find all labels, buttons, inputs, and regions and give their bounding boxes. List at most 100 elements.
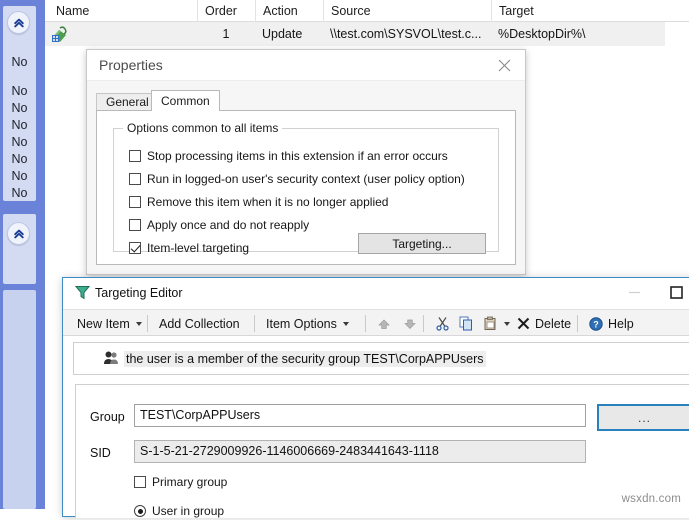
help-label: Help (608, 316, 634, 331)
package-shortcut-icon (51, 26, 69, 43)
properties-body: General Common Options common to all ite… (87, 81, 525, 274)
column-header-target[interactable]: Target (491, 0, 689, 22)
tab-general[interactable]: General (96, 93, 159, 111)
funnel-icon (74, 285, 91, 303)
minimize-icon[interactable] (613, 278, 655, 307)
sidebar-pane-bottom (3, 290, 36, 509)
table-row[interactable]: 1 Update \\test.com\SYSVOL\test.c... %De… (45, 22, 665, 46)
toolbar-new-item[interactable]: New Item (71, 310, 148, 337)
help-circle-icon: ? (589, 316, 603, 331)
group-input[interactable]: TEST\CorpAPPUsers (134, 404, 586, 427)
toolbar-separator (577, 315, 578, 332)
help-button[interactable]: ? Help (583, 310, 640, 337)
radio-button[interactable] (134, 505, 146, 517)
condition-properties-panel: Group TEST\CorpAPPUsers ... SID S-1-5-21… (75, 384, 689, 518)
toolbar-separator (254, 315, 255, 332)
targeting-editor-body: the user is a member of the security gro… (63, 336, 689, 518)
arrow-down-icon[interactable] (397, 310, 423, 337)
sidebar-value-no: No (11, 55, 28, 69)
checkbox-label: Stop processing items in this extension … (147, 149, 448, 163)
maximize-icon[interactable] (655, 278, 689, 307)
toolbar-separator (423, 315, 424, 332)
toolbar-separator (365, 315, 366, 332)
properties-dialog: Properties General Common Options common… (86, 49, 526, 275)
targeting-editor-titlebar: Targeting Editor (63, 278, 689, 309)
radio-label: User in group (152, 504, 225, 518)
checkbox-box[interactable] (134, 476, 146, 488)
checkbox-box[interactable] (129, 150, 141, 162)
delete-label: Delete (535, 316, 572, 331)
cell-action: Update (262, 27, 303, 41)
close-x-icon (517, 317, 530, 330)
checkbox-box[interactable] (129, 242, 141, 254)
targeting-editor-window: Targeting Editor New Item Add Collection… (62, 277, 689, 518)
toolbar-item-options-label: Item Options (266, 316, 337, 331)
group-browse-button[interactable]: ... (597, 404, 689, 431)
sidebar-value-no: No (11, 101, 28, 115)
targeting-button[interactable]: Targeting... (358, 233, 486, 254)
toolbar-item-options[interactable]: Item Options (260, 310, 355, 337)
checkbox-stop-processing[interactable]: Stop processing items in this extension … (129, 147, 448, 165)
radio-user-in-group[interactable]: User in group (134, 502, 224, 520)
properties-title: Properties (99, 57, 163, 73)
tab-common[interactable]: Common (151, 90, 220, 111)
delete-button[interactable]: Delete (511, 310, 577, 337)
checkbox-label: Apply once and do not reapply (147, 218, 310, 232)
copy-icon[interactable] (453, 310, 480, 337)
sidebar-value-no: No (11, 84, 28, 98)
checkbox-item-level-targeting[interactable]: Item-level targeting (129, 239, 249, 257)
sidebar-value-no: No (11, 135, 28, 149)
column-header-source[interactable]: Source (323, 0, 491, 22)
toolbar-separator (147, 315, 148, 332)
cell-name (75, 22, 195, 46)
checkbox-apply-once[interactable]: Apply once and do not reapply (129, 216, 309, 234)
chevron-down-icon[interactable] (135, 321, 142, 326)
sidebar-value-no: No (11, 118, 28, 132)
cell-source: \\test.com\SYSVOL\test.c... (330, 27, 482, 41)
properties-tabstrip: General Common (96, 90, 516, 111)
column-header-name[interactable]: Name (49, 0, 197, 22)
sidebar-value-no: No (11, 152, 28, 166)
properties-titlebar: Properties (87, 50, 525, 81)
checkbox-label: Run in logged-on user's security context… (147, 172, 465, 186)
chevron-double-up-icon-secondary[interactable] (7, 222, 30, 245)
sid-value: S-1-5-21-2729009926-1146006669-248344164… (134, 440, 586, 463)
checkbox-label: Remove this item when it is no longer ap… (147, 195, 389, 209)
checkbox-box[interactable] (129, 219, 141, 231)
tab-page-common: Options common to all items Stop process… (96, 110, 516, 265)
cell-target: %DesktopDir%\ (498, 27, 586, 41)
toolbar-add-collection-label: Add Collection (159, 316, 240, 331)
column-header-order[interactable]: Order (197, 0, 255, 22)
group-label: Group (90, 410, 125, 424)
arrow-up-icon[interactable] (371, 310, 397, 337)
condition-text: the user is a member of the security gro… (124, 351, 486, 367)
checkbox-run-logged-on-context[interactable]: Run in logged-on user's security context… (129, 170, 465, 188)
sidebar-value-no: No (11, 169, 28, 183)
checkbox-primary-group[interactable]: Primary group (134, 473, 227, 491)
cell-order: 1 (222, 27, 230, 41)
chevron-down-icon[interactable] (504, 321, 510, 326)
toolbar-new-item-label: New Item (77, 316, 130, 331)
checkbox-box[interactable] (129, 173, 141, 185)
checkbox-remove-item[interactable]: Remove this item when it is no longer ap… (129, 193, 388, 211)
watermark: wsxdn.com (621, 493, 681, 505)
options-groupbox-label: Options common to all items (123, 121, 283, 135)
sid-label: SID (90, 446, 111, 460)
options-groupbox: Options common to all items Stop process… (113, 121, 499, 255)
checkbox-label: Item-level targeting (147, 241, 250, 255)
column-header-action[interactable]: Action (255, 0, 323, 22)
condition-list-panel[interactable]: the user is a member of the security gro… (73, 342, 689, 375)
close-icon[interactable] (489, 54, 519, 77)
users-group-icon (103, 350, 119, 369)
left-navigation-sidebar: No No No No No No No No (0, 0, 45, 509)
chevron-double-up-icon[interactable] (7, 11, 30, 34)
svg-text:?: ? (593, 319, 599, 329)
sidebar-value-no: No (11, 186, 28, 200)
toolbar-add-collection[interactable]: Add Collection (153, 310, 246, 337)
checkbox-label: Primary group (152, 475, 228, 489)
chevron-down-icon[interactable] (342, 321, 349, 326)
checkbox-box[interactable] (129, 196, 141, 208)
targeting-editor-toolbar: New Item Add Collection Item Options Del… (63, 309, 689, 336)
targeting-editor-title: Targeting Editor (95, 286, 183, 300)
cut-icon[interactable] (429, 310, 456, 337)
